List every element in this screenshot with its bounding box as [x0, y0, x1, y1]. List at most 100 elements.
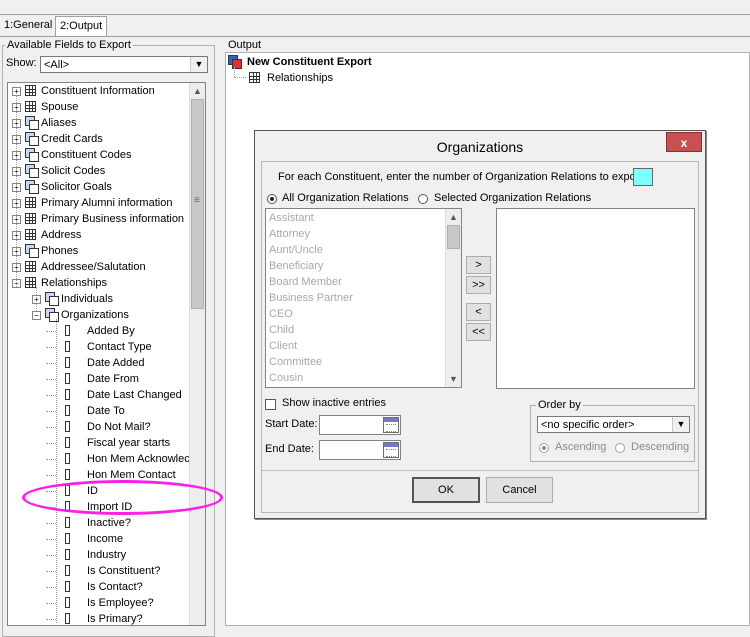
- show-inactive-checkbox[interactable]: [265, 399, 276, 410]
- count-input[interactable]: [633, 168, 653, 186]
- scroll-up-icon[interactable]: ▲: [446, 209, 461, 225]
- calendar-icon[interactable]: [383, 442, 399, 458]
- tree-node-label: Primary Alumni information: [41, 197, 173, 209]
- multi-table-icon: [25, 148, 39, 162]
- tree-line: [46, 427, 56, 428]
- tree-line: [46, 523, 56, 524]
- relations-scrollbar[interactable]: ▲ ▼: [445, 209, 461, 387]
- relation-list-item[interactable]: Business Partner: [269, 290, 353, 306]
- field-icon: [65, 341, 70, 352]
- tree-node-label: Aliases: [41, 117, 77, 129]
- field-icon: [65, 437, 70, 448]
- table-icon: [25, 229, 36, 240]
- count-prompt: For each Constituent, enter the number o…: [278, 171, 646, 183]
- selected-relations-list[interactable]: [496, 208, 695, 389]
- relation-list-item[interactable]: Child: [269, 322, 294, 338]
- tree-line: [46, 411, 56, 412]
- field-icon: [65, 389, 70, 400]
- relation-list-item[interactable]: Board Member: [269, 274, 342, 290]
- scroll-thumb[interactable]: [447, 225, 460, 249]
- tree-line: [56, 319, 57, 623]
- radio-selected-relations[interactable]: [418, 194, 428, 204]
- scroll-up-icon[interactable]: ▲: [190, 83, 205, 99]
- tab-general[interactable]: 1:General: [0, 16, 56, 35]
- multi-table-icon: [45, 292, 59, 306]
- output-child-label: Relationships: [267, 72, 334, 84]
- tree-line: [46, 539, 56, 540]
- output-root-label: New Constituent Export: [247, 56, 372, 68]
- chevron-down-icon[interactable]: ▼: [672, 417, 689, 432]
- tab-output[interactable]: 2:Output: [55, 16, 108, 36]
- show-label: Show:: [6, 57, 37, 69]
- order-by-title: Order by: [536, 399, 583, 411]
- relation-list-item[interactable]: Assistant: [269, 210, 314, 226]
- tree-node-label: Solicitor Goals: [41, 181, 112, 193]
- start-date-input[interactable]: [319, 415, 401, 435]
- multi-table-icon: [25, 116, 39, 130]
- table-icon: [25, 197, 36, 208]
- ascending-label: Ascending: [555, 441, 607, 453]
- field-icon: [65, 581, 70, 592]
- table-icon: [249, 72, 260, 83]
- move-left-button[interactable]: <: [466, 303, 491, 321]
- tree-scrollbar[interactable]: ▲ ≡: [189, 83, 205, 625]
- tree-node-label: Do Not Mail?: [87, 421, 151, 433]
- table-icon: [25, 213, 36, 224]
- relation-list-item[interactable]: Attorney: [269, 226, 310, 242]
- tree-node-label: Date To: [87, 405, 125, 417]
- tree-node-label: Addressee/Salutation: [41, 261, 146, 273]
- tree-node-label: Hon Mem Acknowlec: [87, 453, 190, 465]
- available-relations-list[interactable]: ▲ ▼ Assistant Attorney Aunt/Uncle Beneficia…: [265, 208, 462, 388]
- tree-line: [46, 571, 56, 572]
- tree-node-label: Is Primary?: [87, 613, 143, 625]
- fields-tree[interactable]: + Constituent Information + Spouse + Aliases +…: [7, 82, 206, 626]
- relation-list-item[interactable]: Committee: [269, 354, 322, 370]
- relation-list-item[interactable]: Cousin: [269, 370, 303, 386]
- radio-descending[interactable]: [615, 443, 625, 453]
- close-button[interactable]: x: [666, 132, 702, 152]
- relation-list-item[interactable]: Aunt/Uncle: [269, 242, 323, 258]
- tree-node-label: Industry: [87, 549, 127, 561]
- highlight-oval: [22, 480, 223, 515]
- tree-line: [46, 331, 56, 332]
- multi-table-icon: [25, 180, 39, 194]
- field-icon: [65, 517, 70, 528]
- collapse-icon[interactable]: −: [32, 311, 41, 320]
- field-icon: [65, 549, 70, 560]
- tree-line: [234, 67, 235, 77]
- tree-node-label: Credit Cards: [41, 133, 103, 145]
- multi-table-icon: [25, 164, 39, 178]
- field-icon: [65, 565, 70, 576]
- show-filter-dropdown[interactable]: <All> ▼: [40, 56, 208, 73]
- move-all-left-button[interactable]: <<: [466, 323, 491, 341]
- relation-list-item[interactable]: CEO: [269, 306, 293, 322]
- end-date-input[interactable]: [319, 440, 401, 460]
- chevron-down-icon[interactable]: ▼: [190, 57, 207, 72]
- tree-line: [16, 95, 17, 287]
- ok-button[interactable]: OK: [412, 477, 480, 503]
- expand-icon[interactable]: +: [32, 295, 41, 304]
- table-icon: [25, 101, 36, 112]
- cancel-button[interactable]: Cancel: [486, 477, 553, 503]
- tree-node-label: Individuals: [61, 293, 113, 305]
- end-date-label: End Date:: [265, 443, 314, 455]
- toolbar-strip: [0, 0, 750, 15]
- scroll-down-icon[interactable]: ▼: [446, 371, 461, 387]
- move-all-right-button[interactable]: >>: [466, 276, 491, 294]
- calendar-icon[interactable]: [383, 417, 399, 433]
- tree-node-label: Inactive?: [87, 517, 132, 529]
- available-fields-title: Available Fields to Export: [5, 39, 133, 51]
- relation-list-item[interactable]: Client: [269, 338, 297, 354]
- tree-node-label: Income: [87, 533, 124, 545]
- field-icon: [65, 613, 70, 624]
- field-icon: [65, 469, 70, 480]
- order-by-dropdown[interactable]: <no specific order> ▼: [537, 416, 690, 433]
- descending-label: Descending: [631, 441, 690, 453]
- tree-line: [46, 587, 56, 588]
- relation-list-item[interactable]: Beneficiary: [269, 258, 323, 274]
- tree-node-label: Contact Type: [87, 341, 152, 353]
- tree-line: [46, 443, 56, 444]
- radio-all-relations[interactable]: [267, 194, 277, 204]
- move-right-button[interactable]: >: [466, 256, 491, 274]
- radio-ascending[interactable]: [539, 443, 549, 453]
